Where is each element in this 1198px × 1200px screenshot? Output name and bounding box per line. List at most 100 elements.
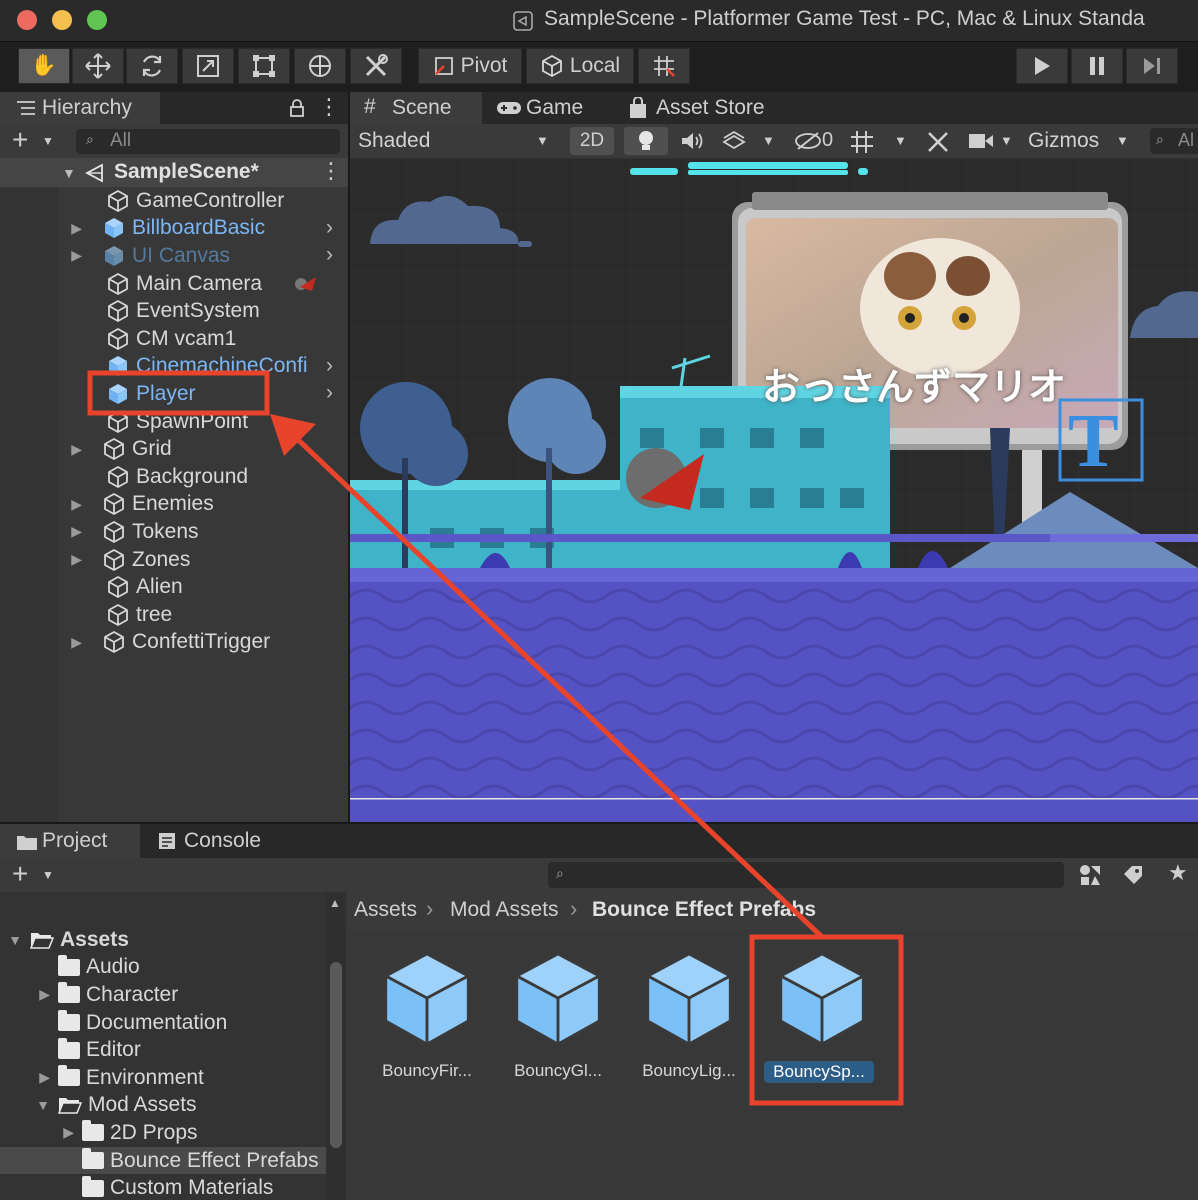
folder-item-assets[interactable]: ▼ Assets (0, 926, 326, 954)
breadcrumb-assets[interactable]: Assets (354, 898, 417, 922)
prefab-open-chevron-icon[interactable]: › (326, 354, 333, 378)
expand-arrow-icon[interactable]: ▶ (0, 551, 86, 568)
tree-item-tree[interactable]: tree (0, 601, 348, 629)
asset-item[interactable]: BouncyLig... (634, 950, 744, 1081)
lock-icon[interactable] (288, 98, 306, 118)
expand-arrow-icon[interactable]: ▶ (0, 1069, 58, 1086)
scale-tool-button[interactable] (182, 48, 234, 84)
tab-asset-store[interactable]: Asset Store (628, 92, 788, 124)
expand-arrow-icon[interactable]: ▶ (0, 523, 86, 540)
tree-item-tokens[interactable]: ▶ Tokens (0, 518, 348, 546)
scroll-up-arrow-icon[interactable]: ▲ (329, 896, 341, 910)
prefab-open-chevron-icon[interactable]: › (326, 381, 333, 405)
folder-item-documentation[interactable]: Documentation (0, 1009, 326, 1037)
folder-item-character[interactable]: ▶ Character (0, 981, 326, 1009)
gizmos-dropdown[interactable]: Gizmos ▼ (1022, 124, 1140, 158)
tree-item-confettitrigger[interactable]: ▶ ConfettiTrigger (0, 629, 348, 657)
step-button[interactable] (1126, 48, 1178, 84)
tree-item-cinemachineconfiner[interactable]: CinemachineConfi › (0, 353, 348, 381)
tree-item-zones[interactable]: ▶ Zones (0, 546, 348, 574)
folder-item-audio[interactable]: Audio (0, 954, 326, 982)
move-tool-button[interactable] (72, 48, 124, 84)
label-tag-icon[interactable] (1122, 864, 1144, 886)
search-by-type-icon[interactable] (1078, 863, 1102, 887)
breadcrumb-mod-assets[interactable]: Mod Assets (450, 898, 559, 922)
tree-item-billboardbasic[interactable]: ▶ BillboardBasic › (0, 215, 348, 243)
scene-canvas[interactable]: おっさんずマリオ T (350, 158, 1198, 822)
tree-item-enemies[interactable]: ▶ Enemies (0, 491, 348, 519)
hand-tool-button[interactable]: ✋ (18, 48, 70, 84)
tree-item-main-camera[interactable]: Main Camera (0, 270, 348, 298)
add-dropdown-icon[interactable]: ▼ (42, 134, 54, 148)
expand-arrow-icon[interactable]: ▶ (0, 220, 86, 237)
folder-item-mod-assets[interactable]: ▼ Mod Assets (0, 1092, 326, 1120)
tree-item-background[interactable]: Background (0, 463, 348, 491)
camera-dropdown-icon[interactable]: ▼ (1000, 133, 1013, 148)
tree-item-spawnpoint[interactable]: SpawnPoint (0, 408, 348, 436)
effects-icon[interactable] (722, 130, 746, 152)
local-toggle-button[interactable]: Local (526, 48, 634, 84)
tab-project[interactable]: Project (0, 824, 140, 858)
tab-console[interactable]: Console (158, 824, 298, 858)
tree-item-alien[interactable]: Alien (0, 573, 348, 601)
grid-icon[interactable] (850, 130, 874, 154)
play-button[interactable] (1016, 48, 1068, 84)
tree-item-ui-canvas[interactable]: ▶ UI Canvas › (0, 242, 348, 270)
panel-menu-icon[interactable]: ⋮ (318, 94, 340, 120)
hierarchy-search-input[interactable]: ⌕ All (76, 129, 340, 154)
folder-tree-scrollbar[interactable]: ▲ (326, 892, 346, 1200)
pause-button[interactable] (1071, 48, 1123, 84)
expand-arrow-icon[interactable]: ▼ (0, 1097, 58, 1113)
expand-arrow-icon[interactable]: ▼ (62, 165, 76, 181)
prefab-open-chevron-icon[interactable]: › (326, 243, 333, 267)
audio-icon[interactable] (680, 131, 704, 151)
expand-arrow-icon[interactable]: ▶ (0, 247, 86, 264)
grid-dropdown-icon[interactable]: ▼ (894, 133, 907, 148)
tab-scene[interactable]: # Scene (350, 92, 482, 124)
tab-hierarchy[interactable]: Hierarchy (0, 92, 160, 124)
tree-item-eventsystem[interactable]: EventSystem (0, 297, 348, 325)
tab-game[interactable]: Game (496, 92, 616, 124)
asset-item-selected[interactable]: BouncySp... (764, 950, 880, 1083)
lighting-toggle-button[interactable] (624, 127, 668, 155)
close-window-button[interactable] (17, 10, 37, 30)
snap-grid-button[interactable] (638, 48, 690, 84)
favorite-star-icon[interactable]: ★ (1168, 860, 1188, 886)
shading-mode-dropdown[interactable]: Shaded ▼ (350, 124, 558, 158)
breadcrumb-current[interactable]: Bounce Effect Prefabs (592, 898, 816, 922)
add-object-button[interactable]: + (12, 124, 28, 156)
asset-item[interactable]: BouncyGl... (503, 950, 613, 1081)
folder-item-editor[interactable]: Editor (0, 1036, 326, 1064)
transform-tool-button[interactable] (294, 48, 346, 84)
tree-item-player[interactable]: Player › (0, 380, 348, 408)
expand-arrow-icon[interactable]: ▶ (0, 496, 86, 513)
scene-menu-icon[interactable]: ⋮ (320, 158, 342, 184)
tree-item-grid[interactable]: ▶ Grid (0, 435, 348, 463)
2d-toggle-button[interactable]: 2D (570, 127, 614, 155)
expand-arrow-icon[interactable]: ▶ (0, 441, 86, 458)
camera-icon[interactable] (968, 133, 994, 149)
folder-item-bounce-effect-prefabs[interactable]: Bounce Effect Prefabs (0, 1146, 326, 1175)
folder-item-environment[interactable]: ▶ Environment (0, 1064, 326, 1092)
rect-tool-button[interactable] (238, 48, 290, 84)
folder-item-2d-props[interactable]: ▶ 2D Props (0, 1119, 326, 1147)
scene-search-input[interactable]: ⌕ Al (1150, 128, 1198, 154)
expand-arrow-icon[interactable]: ▶ (0, 986, 58, 1003)
folder-item-custom-materials[interactable]: Custom Materials (0, 1174, 326, 1200)
create-asset-button[interactable]: + (12, 858, 28, 890)
scene-header-row[interactable]: ▼ SampleScene* ⋮ (0, 158, 348, 187)
expand-arrow-icon[interactable]: ▶ (0, 634, 86, 651)
rotate-tool-button[interactable] (126, 48, 178, 84)
tools-icon[interactable] (926, 130, 950, 154)
asset-item[interactable]: BouncyFir... (372, 950, 482, 1081)
project-search-input[interactable]: ⌕ (548, 862, 1064, 888)
tree-item-gamecontroller[interactable]: GameController (0, 187, 348, 215)
maximize-window-button[interactable] (87, 10, 107, 30)
hidden-objects-icon[interactable] (794, 131, 822, 151)
expand-arrow-icon[interactable]: ▼ (0, 932, 30, 948)
expand-arrow-icon[interactable]: ▶ (0, 1124, 82, 1141)
prefab-open-chevron-icon[interactable]: › (326, 216, 333, 240)
minimize-window-button[interactable] (52, 10, 72, 30)
create-dropdown-icon[interactable]: ▼ (42, 868, 54, 882)
effects-dropdown-icon[interactable]: ▼ (762, 133, 775, 148)
